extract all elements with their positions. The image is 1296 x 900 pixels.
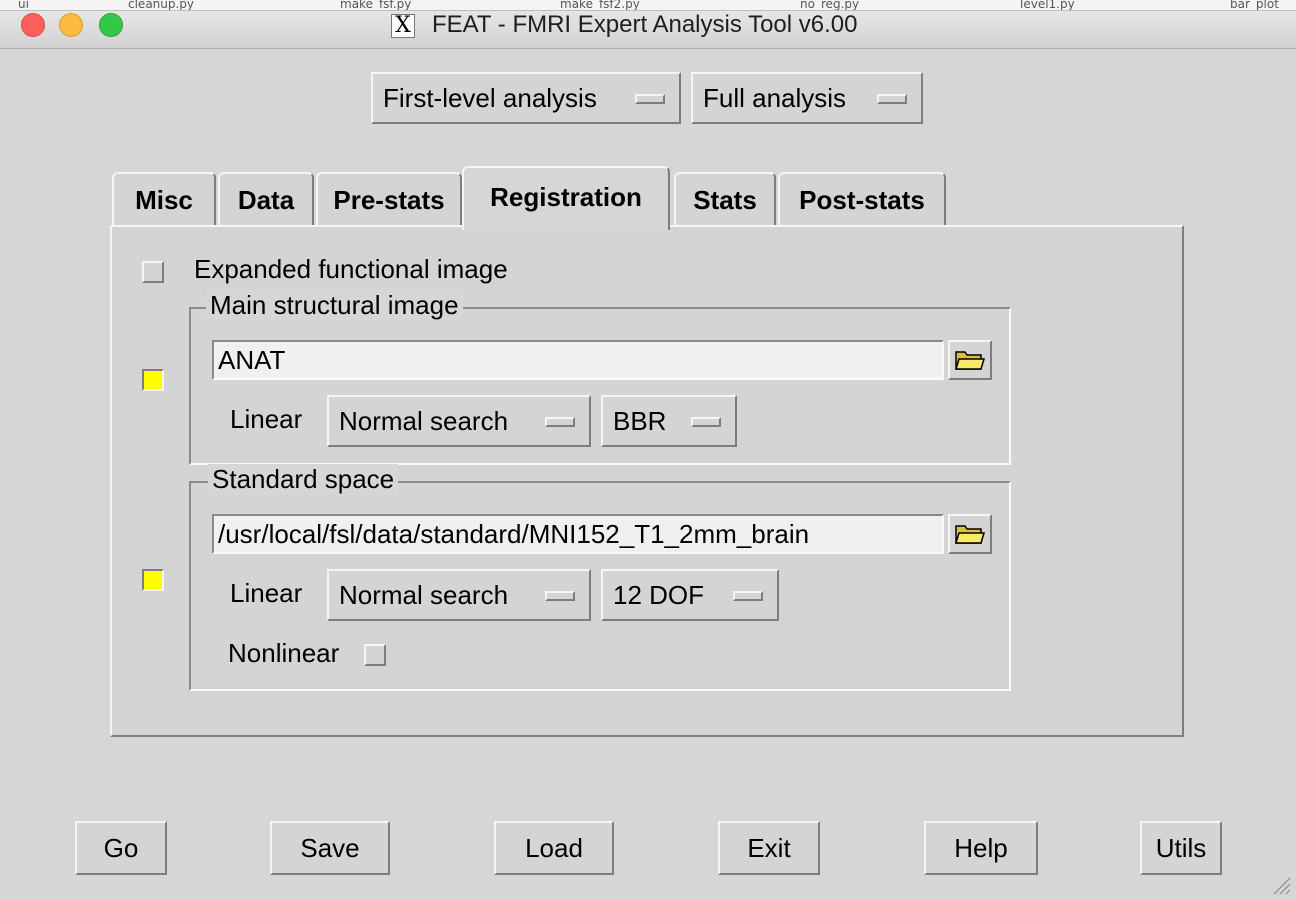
tab-stats[interactable]: Stats [674, 172, 776, 226]
standard-space-dof-dropdown[interactable]: 12 DOF [601, 569, 779, 621]
standard-space-path-value: /usr/local/fsl/data/standard/MNI152_T1_2… [218, 518, 810, 549]
expanded-functional-label: Expanded functional image [194, 254, 508, 284]
exit-button[interactable]: Exit [718, 821, 820, 875]
utils-button[interactable]: Utils [1140, 821, 1222, 875]
analysis-type-dropdown[interactable]: Full analysis [691, 72, 923, 124]
bg-tab-label: level1.py [1020, 0, 1075, 11]
folder-open-icon [954, 525, 986, 544]
main-structural-search-dropdown[interactable]: Normal search [327, 395, 591, 447]
bg-tab-label: cleanup.py [128, 0, 195, 11]
tab-post-stats[interactable]: Post-stats [778, 172, 946, 226]
dropdown-indicator-icon [691, 417, 721, 427]
nonlinear-checkbox[interactable] [364, 644, 386, 666]
bg-tab-label: ui [18, 0, 29, 11]
go-button[interactable]: Go [75, 821, 167, 875]
resize-grip-icon[interactable] [1268, 872, 1292, 896]
main-structural-browse-button[interactable] [948, 340, 992, 380]
help-button-label: Help [954, 832, 1008, 863]
help-button[interactable]: Help [924, 821, 1038, 875]
window-title: FEAT - FMRI Expert Analysis Tool v6.00 [432, 11, 858, 38]
tab-pre-stats[interactable]: Pre-stats [316, 172, 462, 226]
dropdown-indicator-icon [877, 94, 907, 104]
tab-registration[interactable]: Registration [462, 166, 670, 230]
tab-label: Misc [135, 184, 193, 215]
dropdown-indicator-icon [635, 94, 665, 104]
analysis-type-value: Full analysis [703, 82, 847, 113]
load-button-label: Load [525, 832, 583, 863]
tab-misc[interactable]: Misc [112, 172, 216, 226]
standard-space-dof-value: 12 DOF [613, 579, 705, 610]
standard-space-path-input[interactable]: /usr/local/fsl/data/standard/MNI152_T1_2… [212, 514, 944, 554]
exit-button-label: Exit [747, 832, 791, 863]
close-window-button[interactable] [21, 13, 45, 37]
title-bar: ui cleanup.py make_fsf.py make_fsf2.py n… [0, 0, 1296, 49]
save-button[interactable]: Save [270, 821, 390, 875]
folder-open-icon [954, 351, 986, 370]
standard-space-search-value: Normal search [339, 579, 509, 610]
main-structural-checkbox[interactable] [142, 369, 164, 391]
main-structural-search-value: Normal search [339, 405, 509, 436]
tab-label: Registration [490, 182, 642, 212]
nonlinear-label: Nonlinear [228, 638, 340, 668]
dropdown-indicator-icon [733, 591, 763, 601]
main-structural-dof-value: BBR [613, 405, 667, 436]
expanded-functional-checkbox[interactable] [142, 261, 164, 283]
main-structural-path-input[interactable]: ANAT [212, 340, 944, 380]
minimize-window-button[interactable] [59, 13, 83, 37]
main-structural-group [189, 307, 1011, 465]
main-structural-dof-dropdown[interactable]: BBR [601, 395, 737, 447]
load-button[interactable]: Load [494, 821, 614, 875]
main-structural-path-value: ANAT [218, 344, 286, 375]
maximize-window-button[interactable] [99, 13, 123, 37]
tab-label: Post-stats [799, 184, 925, 215]
bg-tab-label: bar_plot [1230, 0, 1279, 11]
standard-space-checkbox[interactable] [142, 569, 164, 591]
x11-app-icon: X [391, 14, 415, 38]
dropdown-indicator-icon [545, 591, 575, 601]
tab-data[interactable]: Data [218, 172, 314, 226]
main-structural-linear-label: Linear [230, 404, 303, 434]
main-structural-title: Main structural image [206, 290, 463, 321]
tab-label: Stats [693, 184, 757, 215]
tab-label: Data [237, 184, 295, 215]
standard-space-search-dropdown[interactable]: Normal search [327, 569, 591, 621]
dropdown-indicator-icon [545, 417, 575, 427]
go-button-label: Go [103, 832, 139, 863]
analysis-level-dropdown[interactable]: First-level analysis [371, 72, 681, 124]
standard-space-linear-label: Linear [230, 578, 303, 608]
tab-label: Pre-stats [333, 184, 445, 215]
bg-tab-label: make_fsf.py [340, 0, 412, 11]
standard-space-title: Standard space [208, 464, 399, 495]
save-button-label: Save [300, 832, 360, 863]
utils-button-label: Utils [1155, 832, 1207, 863]
analysis-level-value: First-level analysis [383, 82, 597, 113]
standard-space-browse-button[interactable] [948, 514, 992, 554]
